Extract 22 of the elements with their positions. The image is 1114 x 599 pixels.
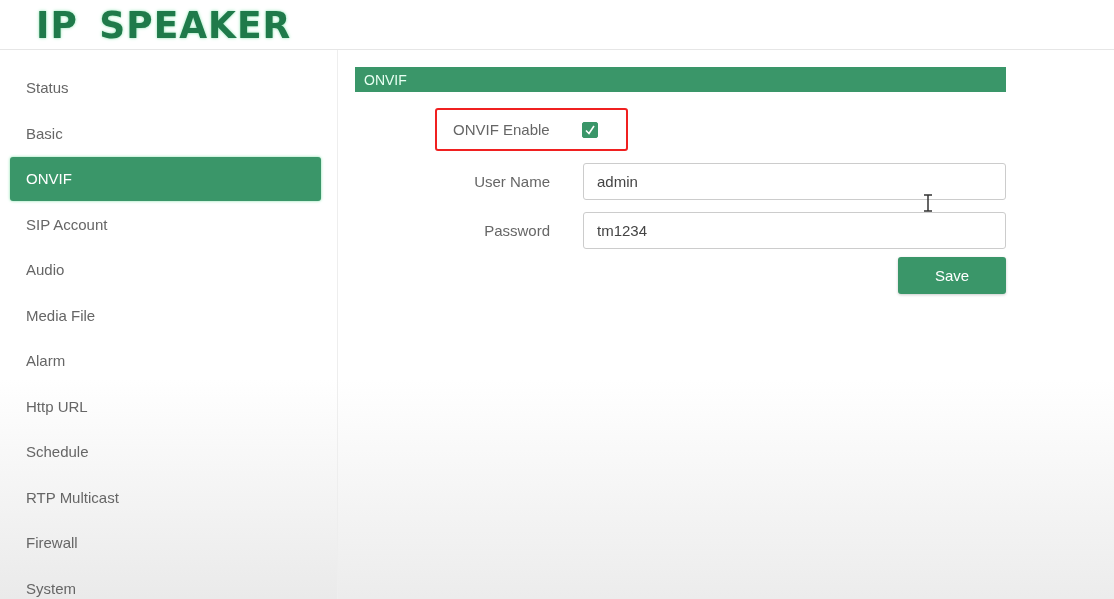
logo-title: IP SPEAKER <box>36 3 292 47</box>
sidebar-item[interactable]: ONVIF <box>10 157 321 201</box>
sidebar-item[interactable]: Schedule <box>10 430 321 474</box>
input-field[interactable]: tm1234 <box>583 212 1006 249</box>
field-label: User Name <box>473 173 551 190</box>
save-button[interactable]: Save <box>898 257 1006 294</box>
sidebar-item[interactable]: Media File <box>10 293 321 337</box>
panel-title-bar: ONVIF <box>355 67 1006 92</box>
checkbox[interactable] <box>581 121 598 138</box>
field-label: ONVIF Enable <box>453 121 550 138</box>
sidebar-item[interactable]: Firewall <box>10 521 321 565</box>
sidebar-item[interactable]: Alarm <box>10 339 321 383</box>
sidebar-item[interactable]: SIP Account <box>10 202 321 246</box>
text-cursor-icon <box>922 194 934 212</box>
sidebar-item[interactable]: RTP Multicast <box>10 475 321 519</box>
sidebar-item[interactable]: Audio <box>10 248 321 292</box>
field-label: Password <box>483 222 551 239</box>
sidebar-item[interactable]: Basic <box>10 111 321 155</box>
sidebar-item[interactable]: System <box>10 566 321 599</box>
sidebar-item[interactable]: Http URL <box>10 384 321 428</box>
input-field[interactable]: admin <box>583 163 1006 200</box>
sidebar-item[interactable]: Status <box>10 66 321 110</box>
